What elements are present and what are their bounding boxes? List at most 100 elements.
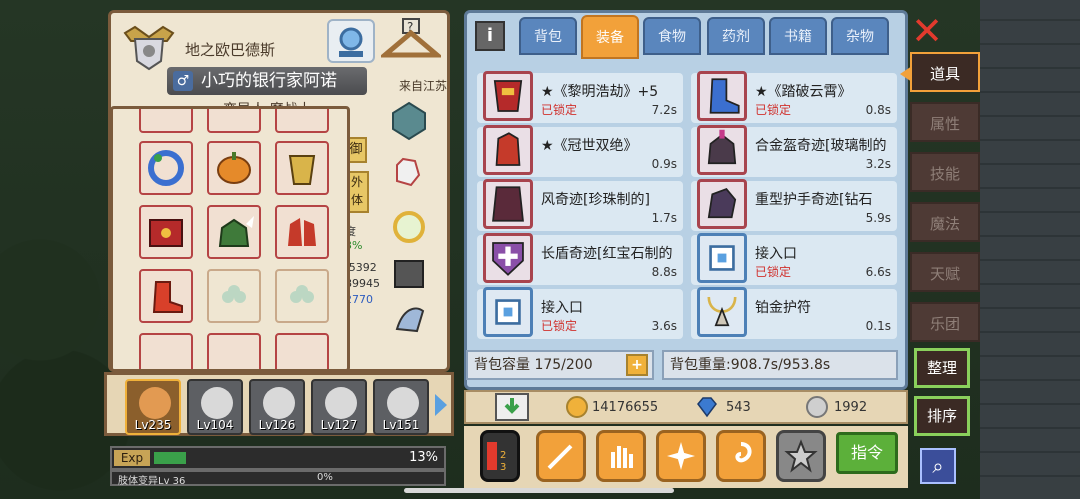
download-icon[interactable] (492, 392, 532, 422)
equip-slot-armor[interactable] (275, 141, 329, 195)
inventory-item[interactable]: 接入口 已锁定 3.6s (477, 287, 683, 339)
chain-equip-icon[interactable] (389, 253, 429, 293)
item-locked: 已锁定 (755, 265, 792, 279)
equip-slot-pumpkin[interactable] (207, 141, 261, 195)
character-name: 小巧的银行家阿诺 (201, 71, 337, 91)
blue-boots-icon (697, 71, 747, 121)
numbered-list-icon[interactable]: 23 (480, 430, 520, 482)
chevron-right-icon[interactable] (433, 392, 449, 418)
hero-face-icon (263, 387, 295, 419)
hand-skill-icon[interactable] (596, 430, 646, 482)
tab-backpack[interactable]: 背包 (519, 17, 577, 55)
ring-equip-icon[interactable] (389, 207, 429, 247)
inventory-item[interactable]: ★《踏破云霄》 已锁定 0.8s (691, 71, 897, 123)
tab-equipment[interactable]: 装备 (581, 15, 639, 59)
hero-level: Lv126 (258, 418, 296, 432)
close-icon[interactable]: ✕ (910, 12, 944, 50)
equip-slot[interactable] (139, 333, 193, 369)
hero-face-icon (139, 387, 171, 419)
equip-slot-helm[interactable] (207, 205, 261, 259)
emblem-slot-icon[interactable] (327, 19, 375, 63)
red-belt-icon (149, 219, 183, 247)
item-weight: 6.6s (865, 265, 891, 279)
character-origin: 来自江苏 (399, 79, 448, 93)
chip-icon (483, 287, 533, 337)
info-button[interactable]: i (475, 21, 505, 51)
helmet-icon (697, 125, 747, 175)
command-button[interactable]: 指令 (836, 432, 898, 474)
item-name: 铂金护符 (755, 300, 811, 316)
hero-level: Lv104 (196, 418, 234, 432)
silver-amount: 1992 (834, 400, 868, 415)
star-skill-icon[interactable] (776, 430, 826, 482)
serpent-ring-icon (148, 150, 184, 186)
empty-slot[interactable] (207, 269, 261, 323)
inventory-item[interactable]: ★《黎明浩劫》+5 已锁定 7.2s (477, 71, 683, 123)
hero-portrait-4[interactable]: Lv127 (311, 379, 367, 435)
empty-slot[interactable] (275, 269, 329, 323)
hanger-icon[interactable]: ? (381, 17, 441, 67)
organize-button[interactable]: 整理 (914, 348, 970, 388)
tab-potion[interactable]: 药剂 (707, 17, 765, 55)
equip-slot-gauntlet[interactable] (275, 205, 329, 259)
tab-books[interactable]: 书籍 (769, 17, 827, 55)
equip-slot-ring[interactable] (139, 141, 193, 195)
shield-icon (483, 233, 533, 283)
shuriken-skill-icon[interactable] (656, 430, 706, 482)
gold-amount: 14176655 (592, 400, 659, 415)
hero-portrait-3[interactable]: Lv126 (249, 379, 305, 435)
side-tab-band[interactable]: 乐团 (910, 302, 980, 342)
side-tab-attributes[interactable]: 属性 (910, 102, 980, 142)
inventory-item[interactable]: 铂金护符 0.1s (691, 287, 897, 339)
inventory-item[interactable]: 风奇迹[珍珠制的] 1.7s (477, 179, 683, 231)
equip-slot[interactable] (275, 109, 329, 133)
inventory-item[interactable]: 长盾奇迹[红宝石制的 8.8s (477, 233, 683, 285)
equip-slot[interactable] (139, 109, 193, 133)
item-name: ★《黎明浩劫》+5 (541, 84, 659, 100)
side-tab-skills[interactable]: 技能 (910, 152, 980, 192)
inventory-item[interactable]: 接入口 已锁定 6.6s (691, 233, 897, 285)
rank-title: 地之欧巴德斯 (185, 41, 276, 59)
item-weight: 7.2s (651, 103, 677, 117)
bag-weight: 背包重量:908.7s/953.8s (662, 350, 898, 380)
side-tab-magic[interactable]: 魔法 (910, 202, 980, 242)
tab-misc[interactable]: 杂物 (831, 17, 889, 55)
exp-percent: 13% (409, 450, 438, 465)
equip-slot-boots[interactable] (139, 269, 193, 323)
hero-portrait-1[interactable]: Lv235 (125, 379, 181, 435)
side-tab-talents[interactable]: 天赋 (910, 252, 980, 292)
claw-equip-icon[interactable] (389, 299, 429, 339)
exp-label: Exp (114, 450, 150, 466)
expand-capacity-button[interactable]: + (626, 354, 648, 376)
tab-food[interactable]: 食物 (643, 17, 701, 55)
item-weight: 5.9s (865, 211, 891, 225)
hero-portrait-2[interactable]: Lv104 (187, 379, 243, 435)
crest-equip-icon[interactable] (389, 101, 429, 141)
exp-bar: Exp 13% (110, 446, 446, 470)
mutation-percent: 0% (317, 472, 333, 483)
brick-wall-background (980, 0, 1080, 499)
inventory-item[interactable]: 重型护手奇迹[钻石 5.9s (691, 179, 897, 231)
search-icon[interactable]: ⌕ (920, 448, 956, 484)
inventory-item[interactable]: 合金盔奇迹[玻璃制的 3.2s (691, 125, 897, 177)
item-name: ★《冠世双绝》 (541, 138, 638, 154)
side-tab-items[interactable]: 道具 (900, 52, 980, 92)
equip-slot[interactable] (207, 333, 261, 369)
equip-slot-belt[interactable] (139, 205, 193, 259)
sort-button[interactable]: 排序 (914, 396, 970, 436)
item-weight: 3.6s (651, 319, 677, 333)
red-gauntlets-icon (288, 218, 316, 246)
item-name: 接入口 (755, 246, 797, 262)
heavy-gauntlet-icon (697, 179, 747, 229)
bag-capacity-label: 背包容量 175/200 (474, 357, 593, 373)
sword-skill-icon[interactable] (536, 430, 586, 482)
inventory-item[interactable]: ★《冠世双绝》 0.9s (477, 125, 683, 177)
spiral-skill-icon[interactable] (716, 430, 766, 482)
glove-equip-icon[interactable] (387, 151, 427, 191)
hero-face-icon (387, 387, 419, 419)
equip-slot[interactable] (207, 109, 261, 133)
hero-portrait-5[interactable]: Lv151 (373, 379, 429, 435)
equip-slot[interactable] (275, 333, 329, 369)
item-weight: 8.8s (651, 265, 677, 279)
hero-face-icon (201, 387, 233, 419)
